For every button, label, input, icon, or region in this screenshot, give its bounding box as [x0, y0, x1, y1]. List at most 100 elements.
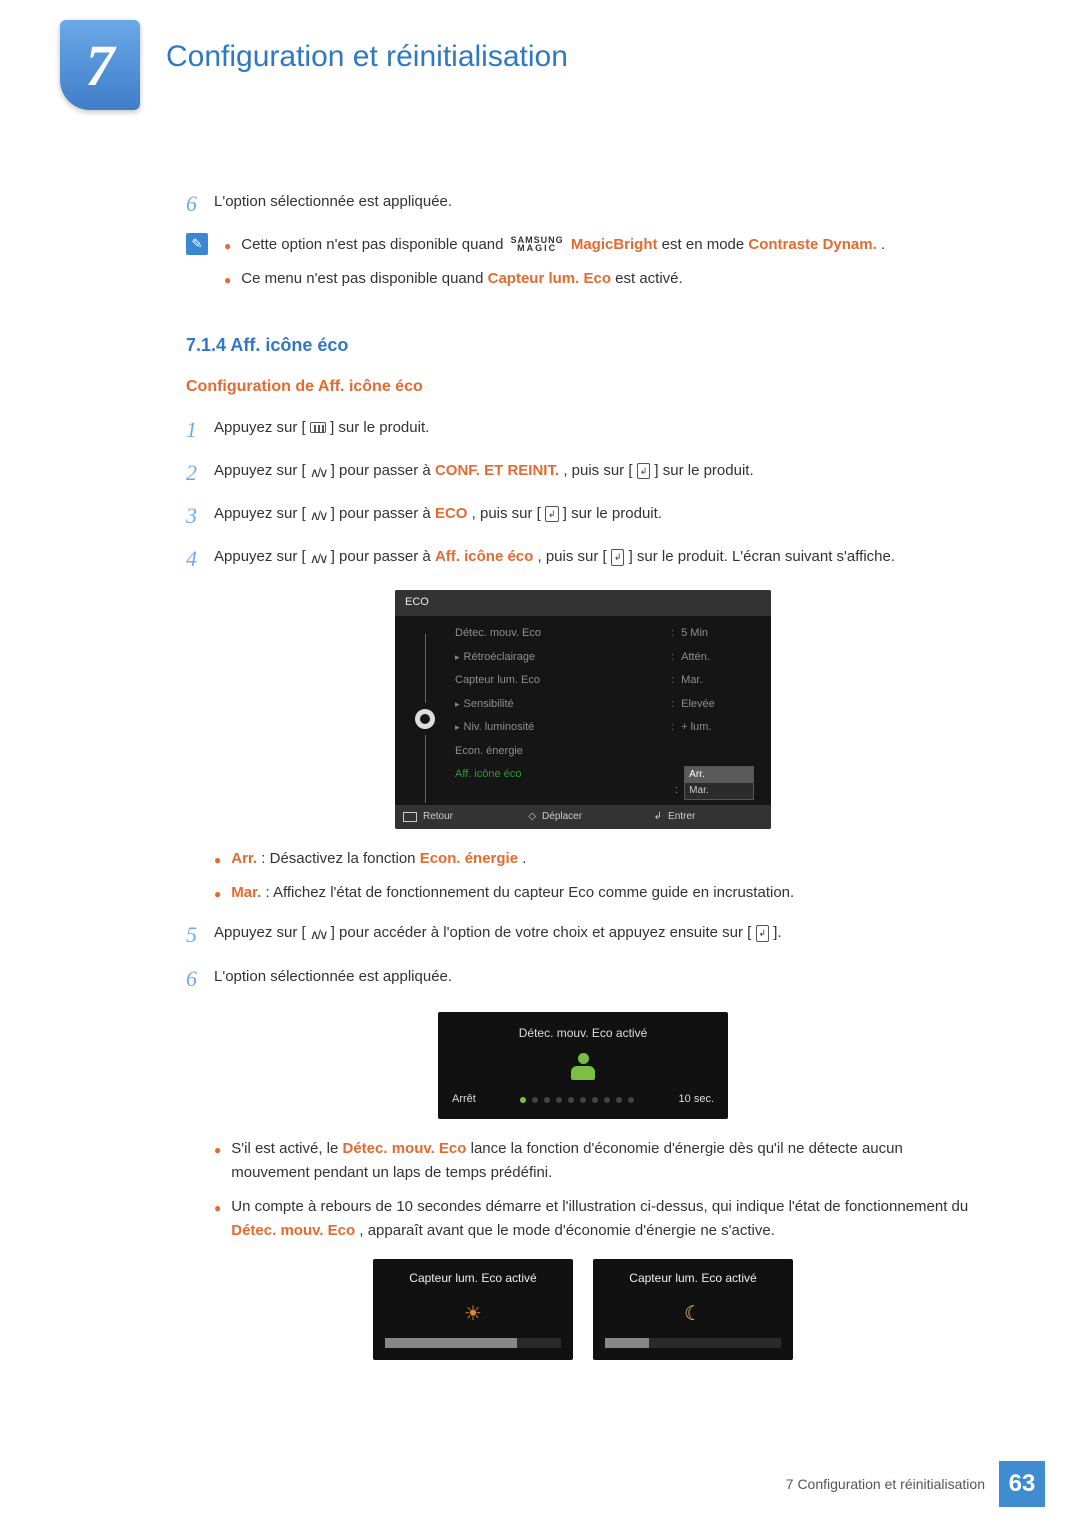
text: Appuyez sur [: [214, 548, 306, 565]
bullet-dot-icon: ●: [224, 237, 231, 257]
enter-icon: ↲: [654, 809, 662, 825]
bullet-dot-icon: ●: [214, 1141, 221, 1185]
samsung-magic-logo: SAMSUNGMAGIC: [511, 236, 564, 252]
text: S'il est activé, le: [231, 1140, 342, 1157]
step-3: 3 Appuyez sur [ ∧/∨ ] pour passer à ECO …: [186, 502, 980, 533]
moon-icon: ☾: [605, 1298, 781, 1330]
chapter-header: 7 Configuration et réinitialisation: [0, 0, 1080, 150]
text: : Affichez l'état de fonctionnement du c…: [265, 884, 794, 901]
brightness-meter: [385, 1338, 561, 1348]
step-2: 2 Appuyez sur [ ∧/∨ ] pour passer à CONF…: [186, 459, 980, 490]
text: est activé.: [615, 270, 683, 287]
up-down-icon: ∧/∨: [310, 549, 327, 570]
text: ] sur le produit.: [654, 462, 753, 479]
osd-row: SensibilitéElevée: [455, 693, 761, 717]
countdown-dots: [520, 1097, 634, 1103]
econ-energie-hi: Econ. énergie: [420, 850, 518, 867]
footer-text: 7 Configuration et réinitialisation: [786, 1476, 985, 1492]
text: Appuyez sur [: [214, 505, 306, 522]
option-bullet-arr: ● Arr. : Désactivez la fonction Econ. én…: [214, 847, 980, 871]
text: .: [881, 236, 885, 253]
detec-mouv-eco-hi: Détec. mouv. Eco: [343, 1140, 467, 1157]
conf-reinit-hi: CONF. ET REINIT.: [435, 462, 559, 479]
aff-icone-eco-hi: Aff. icône éco: [435, 548, 533, 565]
enter-icon: ↲: [637, 463, 651, 479]
eco-hi: ECO: [435, 505, 468, 522]
up-down-icon: ∧/∨: [310, 506, 327, 527]
overlay-title: Détec. mouv. Eco activé: [452, 1024, 714, 1043]
osd-row: Econ. énergie: [455, 740, 761, 764]
move-icon: ◇: [528, 809, 536, 825]
osd-footer: Retour ◇Déplacer ↲Entrer: [395, 805, 771, 829]
osd-option: Mar.: [685, 783, 753, 799]
arr-hi: Arr.: [231, 850, 257, 867]
text: , apparaît avant que le mode d'économie …: [359, 1222, 775, 1239]
lux-panel-bright: Capteur lum. Eco activé ☀: [373, 1259, 573, 1360]
section-subtitle: Configuration de Aff. icône éco: [186, 374, 980, 400]
text: est en mode: [662, 236, 749, 253]
page-number: 63: [999, 1461, 1045, 1507]
text: Appuyez sur [: [214, 924, 306, 941]
note-bullet: ● Ce menu n'est pas disponible quand Cap…: [224, 267, 980, 291]
prior-step: 6 L'option sélectionnée est appliquée.: [186, 190, 980, 221]
osd-side-spine: [395, 622, 455, 804]
detec-mouv-eco-hi: Détec. mouv. Eco: [231, 1222, 355, 1239]
text: Ce menu n'est pas disponible quand: [241, 270, 487, 287]
overlay-left-label: Arrêt: [452, 1091, 476, 1109]
enter-icon: ↲: [611, 549, 625, 565]
lux-title: Capteur lum. Eco activé: [605, 1269, 781, 1288]
back-icon: [403, 812, 417, 822]
mar-hi: Mar.: [231, 884, 261, 901]
note-icon: ✎: [186, 233, 208, 255]
osd-eco-menu: ECO Détec. mouv. Eco5 Min Rétroéclairage…: [395, 590, 771, 829]
text: , puis sur [: [472, 505, 541, 522]
info-bullet: ● S'il est activé, le Détec. mouv. Eco l…: [214, 1137, 980, 1185]
bullet-dot-icon: ●: [214, 851, 221, 871]
step-number: 3: [186, 498, 214, 533]
step-4: 4 Appuyez sur [ ∧/∨ ] pour passer à Aff.…: [186, 545, 980, 576]
step-number: 6: [186, 961, 214, 996]
text: ] sur le produit.: [563, 505, 662, 522]
text: ] pour passer à: [331, 548, 435, 565]
osd-title: ECO: [395, 590, 771, 616]
text: : Désactivez la fonction: [261, 850, 419, 867]
osd-row-active: Aff. icône éco : Arr. Mar.: [455, 763, 761, 803]
step-number: 1: [186, 412, 214, 447]
menu-button-icon: [310, 422, 326, 433]
osd-row: Détec. mouv. Eco5 Min: [455, 622, 761, 646]
step-number: 6: [186, 186, 214, 221]
step-text: L'option sélectionnée est appliquée.: [214, 965, 980, 996]
text: ] sur le produit.: [330, 419, 429, 436]
capteur-lum-eco-hi: Capteur lum. Eco: [488, 270, 611, 287]
contraste-dynam-hi: Contraste Dynam.: [748, 236, 876, 253]
text: , puis sur [: [537, 548, 606, 565]
magicbright-hi: MagicBright: [571, 236, 658, 253]
step-number: 5: [186, 917, 214, 952]
text: , puis sur [: [563, 462, 632, 479]
bullet-dot-icon: ●: [224, 271, 231, 291]
text: ] pour passer à: [331, 462, 435, 479]
step-number: 4: [186, 541, 214, 576]
bullet-dot-icon: ●: [214, 885, 221, 905]
text: ] sur le produit. L'écran suivant s'affi…: [629, 548, 895, 565]
info-bullet: ● Un compte à rebours de 10 secondes dém…: [214, 1195, 980, 1243]
osd-row: Niv. luminosité+ lum.: [455, 716, 761, 740]
lux-title: Capteur lum. Eco activé: [385, 1269, 561, 1288]
osd-select: Arr. Mar.: [684, 766, 754, 800]
enter-icon: ↲: [756, 925, 770, 941]
osd-selected-option: Arr.: [685, 767, 753, 783]
overlay-right-label: 10 sec.: [679, 1091, 714, 1109]
step-6: 6 L'option sélectionnée est appliquée.: [186, 965, 980, 996]
chapter-title: Configuration et réinitialisation: [166, 40, 568, 74]
text: Un compte à rebours de 10 secondes démar…: [231, 1198, 968, 1215]
section-number-title: 7.1.4 Aff. icône éco: [186, 331, 980, 360]
person-icon: [568, 1053, 598, 1083]
gear-icon: [415, 709, 435, 729]
step-number: 2: [186, 455, 214, 490]
text: ] pour accéder à l'option de votre choix…: [331, 924, 752, 941]
lux-panels-row: Capteur lum. Eco activé ☀ Capteur lum. E…: [186, 1259, 980, 1360]
text: Appuyez sur [: [214, 419, 306, 436]
countdown-overlay: Détec. mouv. Eco activé Arrêt 10 sec.: [438, 1012, 728, 1119]
up-down-icon: ∧/∨: [310, 925, 327, 946]
text: Appuyez sur [: [214, 462, 306, 479]
